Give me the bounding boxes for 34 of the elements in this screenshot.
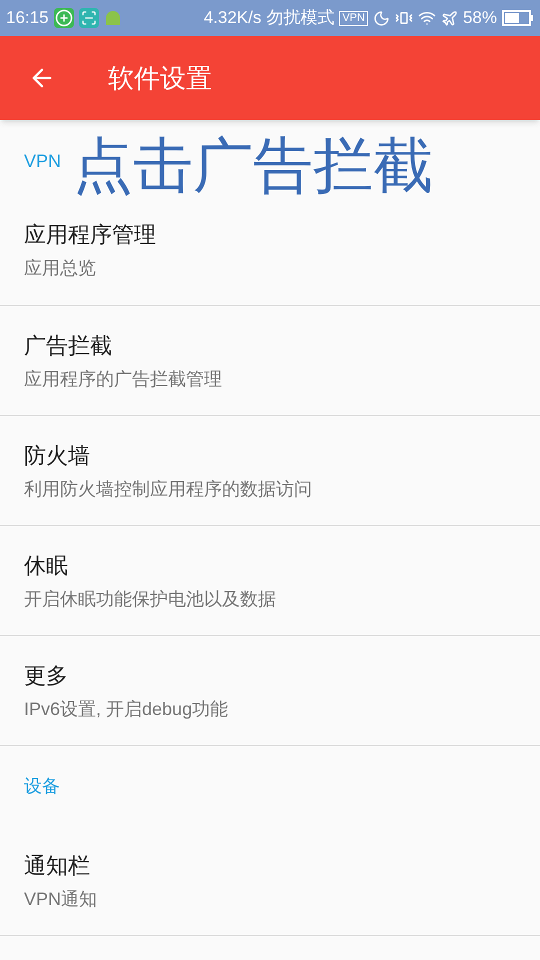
item-subtitle: IPv6设置, 开启debug功能 [24,698,230,721]
vpn-badge: VPN [339,10,368,26]
network-speed: 4.32K/s [204,7,262,30]
item-title: 更多 [24,662,69,690]
annotation-text: 点击广告拦截 [73,134,434,198]
moon-icon [372,10,390,26]
app-bar-title: 软件设置 [108,62,212,94]
settings-item[interactable]: 防火墙 利用防火墙控制应用程序的数据访问 [0,416,540,526]
scan-icon [78,8,99,28]
settings-item[interactable]: 应用程序管理 应用总览 [0,195,540,306]
section-header: 设备 [24,774,60,798]
airplane-icon [440,10,458,26]
item-subtitle: 利用防火墙控制应用程序的数据访问 [24,478,313,500]
item-subtitle: 应用程序的广告拦截管理 [24,368,223,390]
item-title: 休眠 [24,552,69,580]
settings-item[interactable]: 广告拦截 应用程序的广告拦截管理 [0,306,540,416]
wifi-icon [418,9,436,27]
vibrate-icon [394,9,413,27]
item-title: 防火墙 [24,442,91,470]
item-title: 应用程序管理 [24,221,157,249]
settings-item[interactable]: 休眠 开启休眠功能保护电池以及数据 [0,526,540,636]
mode-label: 勿扰模式 [266,7,334,30]
item-title: 通知栏 [24,852,91,880]
plus-circle-icon [54,8,74,28]
battery-icon [502,10,534,26]
status-time: 16:15 [6,7,49,30]
item-subtitle: 开启休眠功能保护电池以及数据 [24,588,277,610]
item-subtitle: 应用总览 [24,257,97,280]
item-title: 广告拦截 [24,332,113,360]
settings-item[interactable]: 更多 IPv6设置, 开启debug功能 [0,636,540,746]
settings-item[interactable]: 通知栏 VPN通知 [0,826,540,936]
item-subtitle: VPN通知 [24,888,98,910]
section-header: VPN [24,150,62,173]
battery-percent: 58% [462,7,497,30]
